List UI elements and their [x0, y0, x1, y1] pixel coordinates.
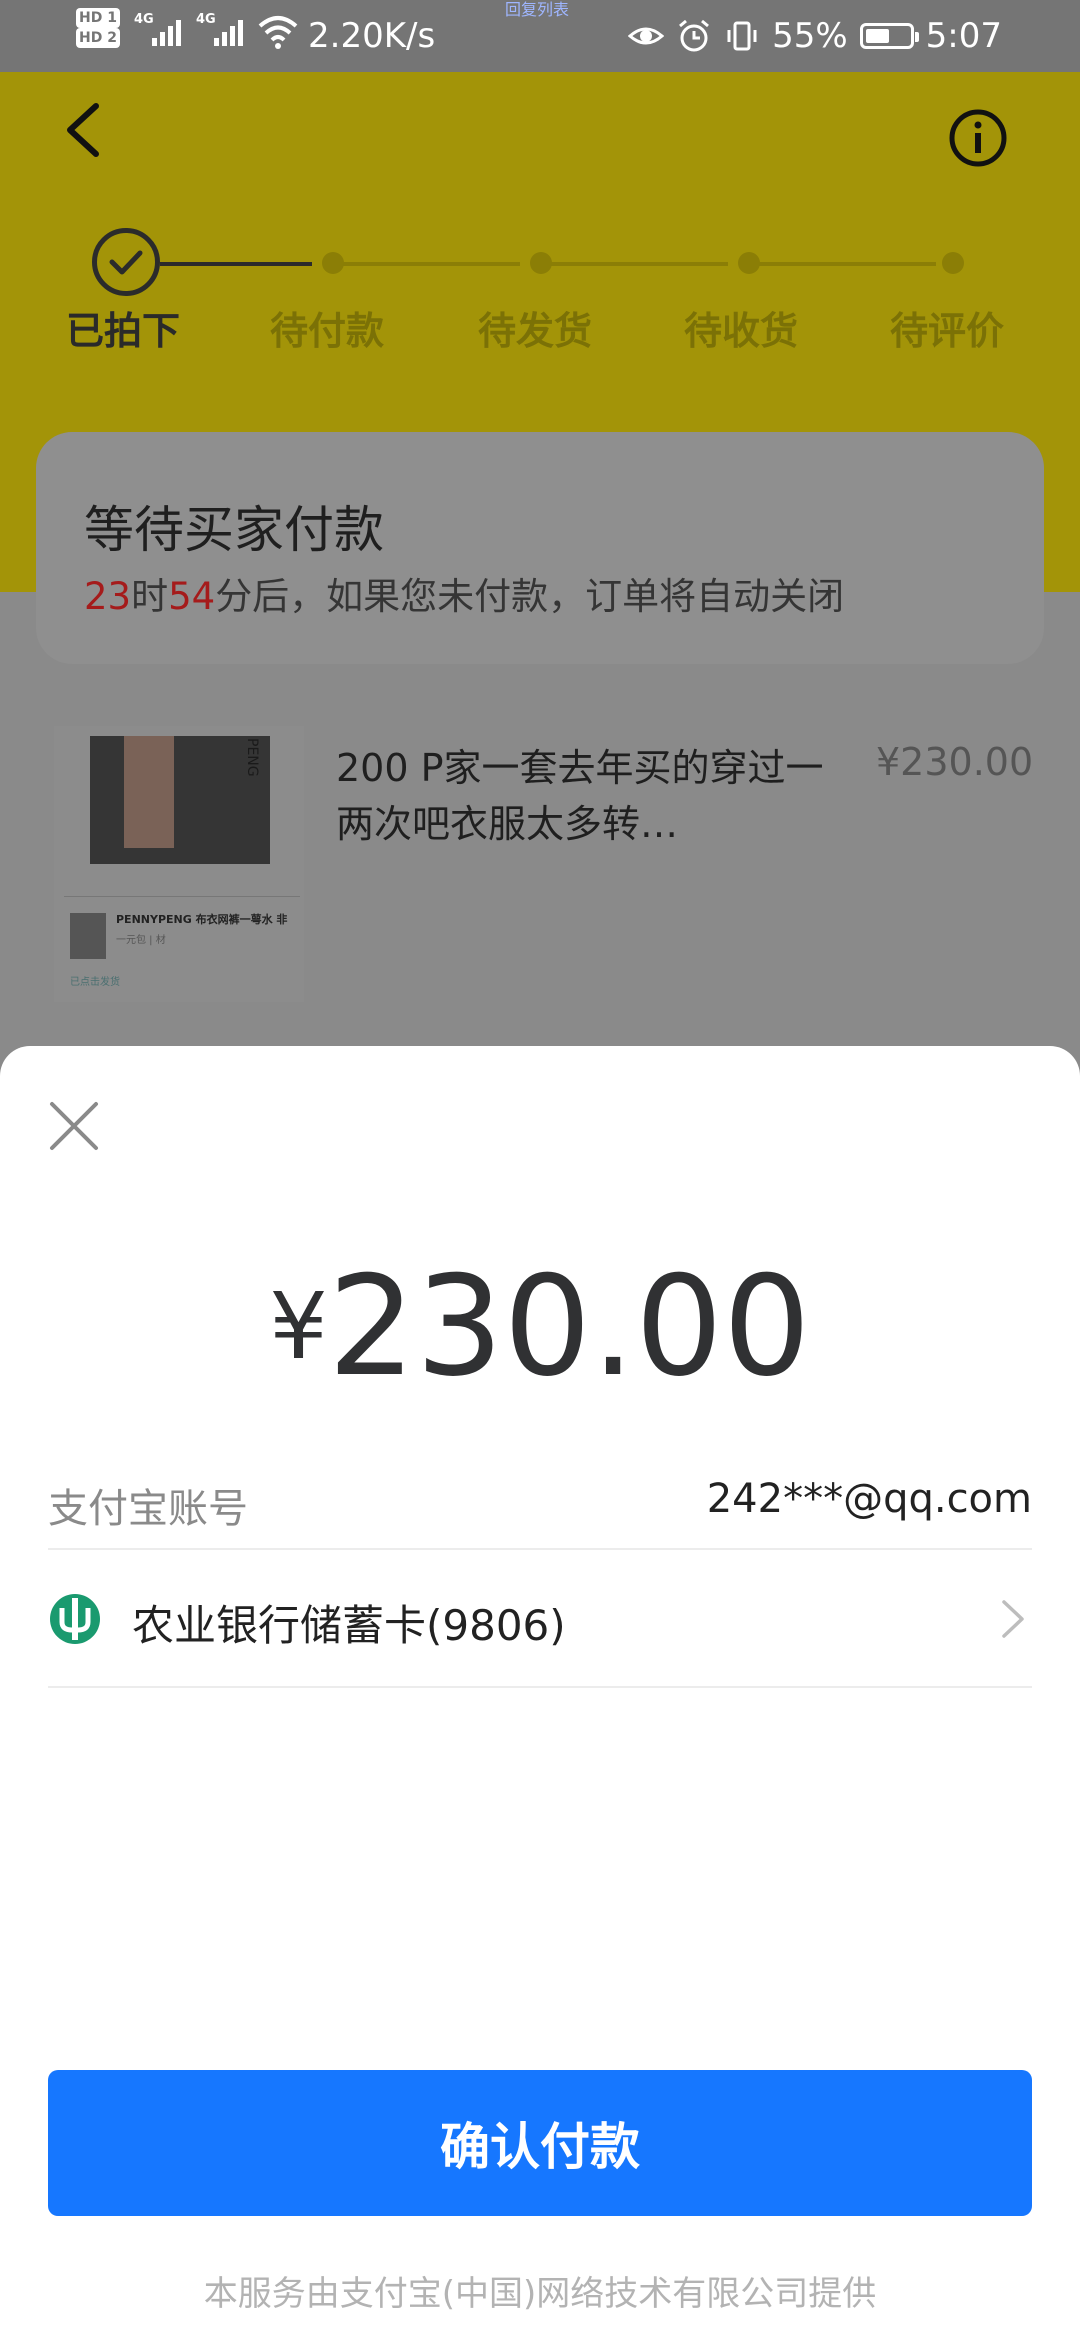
step-dot: [530, 252, 552, 274]
eye-icon: [628, 27, 665, 45]
payment-amount: ¥230.00: [0, 1246, 1080, 1407]
step-label-bought: 已拍下: [66, 309, 181, 353]
wifi-icon: [258, 16, 298, 49]
alarm-icon: [679, 19, 710, 52]
thumbnail-mini-title: PENNYPENG 布衣网裤一萼水 非: [116, 913, 288, 926]
payment-status-card: 等待买家付款 23时54分后，如果您未付款，订单将自动关闭: [36, 432, 1044, 664]
step-label-to-receive: 待收货: [684, 309, 799, 353]
close-icon[interactable]: [44, 1096, 104, 1156]
payment-sheet: ¥230.00 支付宝账号 242***@qq.com 农业银行储蓄卡(9806…: [0, 1046, 1080, 2340]
progress-line: [334, 262, 520, 266]
confirm-payment-button[interactable]: 确认付款: [48, 2070, 1032, 2216]
step-label-to-review: 待评价: [890, 309, 1005, 353]
sim1-network-label: 4G: [134, 12, 154, 27]
countdown-text: 23时54分后，如果您未付款，订单将自动关闭: [84, 566, 844, 620]
amount-value: 230.00: [327, 1246, 811, 1407]
thumbnail-mini-sub: 一元包 | 材: [116, 935, 166, 946]
item-photo-subject: [124, 736, 174, 848]
progress-line-done: [160, 262, 312, 266]
thumbnail-mini-foot: 已点击发货: [70, 977, 120, 988]
item-thumbnail[interactable]: PENG PENNYPENG 布衣网裤一萼水 非 一元包 | 材 已点击发货: [54, 726, 304, 1002]
back-arrow-icon[interactable]: [60, 100, 110, 160]
network-speed: 2.20K/s: [308, 16, 436, 56]
payment-method-row[interactable]: 农业银行储蓄卡(9806): [48, 1550, 1032, 1688]
thumbnail-mini-image: [70, 913, 106, 959]
account-label: 支付宝账号: [48, 1486, 248, 1532]
status-bar: HD 1 HD 2 4G 4G 2.20K/s 回复列表 55% 5:07: [0, 0, 1080, 72]
status-title: 等待买家付款: [84, 501, 384, 559]
item-price: ¥230.00: [876, 740, 1034, 784]
progress-line: [542, 262, 728, 266]
thumbnail-side-tag: PENG: [244, 738, 260, 777]
sim2-signal-icon: [214, 18, 243, 46]
chevron-right-icon: [1002, 1600, 1024, 1638]
progress-line: [750, 262, 936, 266]
step-dot: [322, 252, 344, 274]
hd2-badge: HD 2: [76, 28, 120, 48]
hours-unit: 时: [131, 575, 169, 618]
item-title[interactable]: 200 P家一套去年买的穿过一两次吧衣服太多转…: [336, 740, 856, 852]
sim1-signal-icon: [152, 18, 181, 46]
countdown-rest: 分后，如果您未付款，订单将自动关闭: [215, 575, 845, 618]
step-done-check-icon: [92, 228, 160, 296]
battery-fill: [865, 29, 889, 43]
hd1-badge: HD 1: [76, 8, 120, 28]
hd-indicator: HD 1 HD 2: [76, 8, 126, 48]
account-row: 支付宝账号 242***@qq.com: [48, 1458, 1032, 1550]
clock: 5:07: [925, 16, 1002, 56]
countdown-hours: 23: [84, 575, 132, 618]
item-photo: [90, 736, 270, 864]
sim2-network-label: 4G: [196, 12, 216, 27]
currency-symbol: ¥: [269, 1273, 328, 1380]
info-icon[interactable]: [948, 108, 1008, 168]
vibrate-icon: [727, 21, 757, 51]
overlay-label: 回复列表: [505, 0, 570, 19]
step-label-to-ship: 待发货: [478, 309, 593, 353]
service-provider-note: 本服务由支付宝(中国)网络技术有限公司提供: [203, 2274, 877, 2314]
step-dot: [738, 252, 760, 274]
battery-percent: 55%: [772, 16, 848, 56]
abc-bank-icon: [50, 1594, 100, 1644]
step-label-to-pay: 待付款: [270, 309, 385, 353]
account-value: 242***@qq.com: [706, 1476, 1032, 1522]
countdown-minutes: 54: [168, 575, 216, 618]
thumbnail-screenshot: PENNYPENG 布衣网裤一萼水 非 一元包 | 材 已点击发货: [64, 896, 300, 988]
payment-method-label: 农业银行储蓄卡(9806): [132, 1601, 566, 1650]
step-dot: [942, 252, 964, 274]
battery-icon: [859, 23, 919, 49]
